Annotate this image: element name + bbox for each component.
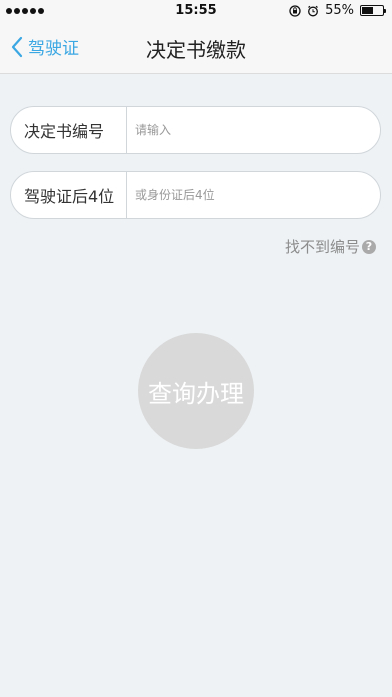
page-title: 决定书缴款 — [146, 38, 246, 62]
number-not-found-label: 找不到编号 — [284, 238, 360, 256]
status-bar: 15:55 55% — [0, 0, 392, 22]
license-last4-input[interactable] — [127, 172, 380, 218]
license-last4-label: 驾驶证后4位 — [11, 172, 127, 218]
decision-number-label: 决定书编号 — [11, 107, 127, 153]
battery-percent: 55% — [325, 3, 354, 18]
navigation-bar: 驾驶证 决定书缴款 — [0, 22, 392, 74]
status-right: 55% — [289, 3, 386, 18]
query-button[interactable]: 查询办理 — [138, 333, 254, 449]
license-last4-field: 驾驶证后4位 — [10, 171, 381, 219]
question-mark-icon: ? — [362, 239, 376, 254]
number-not-found-link[interactable]: 找不到编号 ? — [285, 236, 376, 257]
decision-number-field: 决定书编号 — [10, 106, 381, 154]
decision-number-input[interactable] — [127, 107, 380, 153]
alarm-icon — [308, 5, 319, 16]
battery-icon — [360, 5, 386, 16]
rotation-lock-icon — [289, 4, 301, 17]
battery-fill — [362, 7, 373, 14]
query-button-label: 查询办理 — [148, 379, 244, 408]
